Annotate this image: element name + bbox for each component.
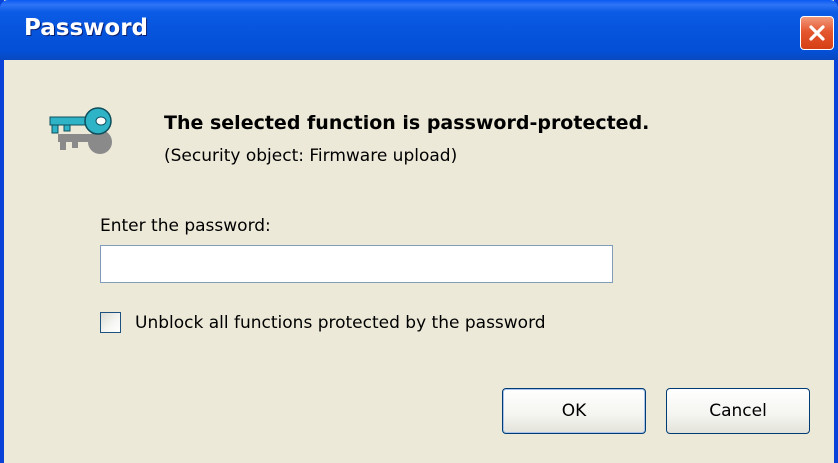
unblock-checkbox-row[interactable]: Unblock all functions protected by the p… [100,312,546,333]
security-object-text: (Security object: Firmware upload) [164,146,458,166]
ok-button[interactable]: OK [502,388,646,434]
unblock-label[interactable]: Unblock all functions protected by the p… [135,313,546,333]
unblock-checkbox[interactable] [100,312,121,333]
close-button[interactable] [800,16,834,50]
title-bar[interactable]: Password [0,0,838,60]
password-label: Enter the password: [100,216,271,236]
close-icon [809,25,825,41]
cancel-button[interactable]: Cancel [666,388,810,434]
password-dialog: Password The selected function is passwo… [0,0,838,463]
dialog-title: Password [24,15,148,41]
key-icon [49,107,112,154]
protected-message: The selected function is password-protec… [164,112,650,134]
password-input[interactable] [100,245,613,283]
